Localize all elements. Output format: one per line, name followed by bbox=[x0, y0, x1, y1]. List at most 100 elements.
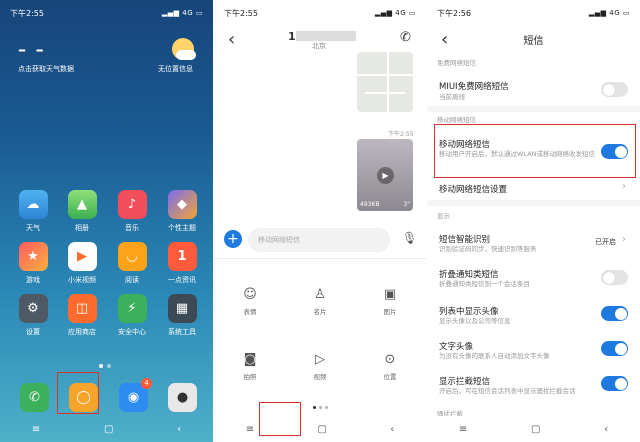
highlight-box-mobile-sms bbox=[434, 124, 636, 178]
reading-icon: ◡ bbox=[117, 242, 147, 271]
home-nav-button[interactable]: ▢ bbox=[317, 424, 326, 435]
attachment-page-indicator bbox=[313, 406, 328, 409]
home-screen: 下午2:55 ▂▄▆ 4G ▭ – – 点击获取天气数据 无位置信息 ☁ 天气 … bbox=[0, 0, 213, 442]
app-store[interactable]: ◫ 应用商店 bbox=[62, 294, 102, 337]
emoji-icon: ☺ bbox=[243, 287, 257, 302]
menu-nav-button[interactable]: ≡ bbox=[246, 424, 254, 435]
section-display: 显示 bbox=[437, 212, 450, 220]
status-bar: 下午2:56 ▂▄▆ 4G ▭ bbox=[427, 0, 640, 26]
back-nav-button[interactable]: ‹ bbox=[177, 424, 181, 435]
miui-free-sms-toggle[interactable] bbox=[601, 82, 628, 97]
status-network: ▂▄▆ 4G ▭ bbox=[588, 9, 630, 17]
section-gap bbox=[427, 200, 640, 206]
attach-camera[interactable]: ◙ 拍照 bbox=[225, 352, 275, 381]
call-icon[interactable]: ✆ bbox=[400, 30, 411, 45]
show-avatar-toggle[interactable] bbox=[601, 306, 628, 321]
status-time: 下午2:56 bbox=[437, 8, 471, 18]
home-nav-button[interactable]: ▢ bbox=[531, 424, 540, 435]
app-game[interactable]: ★ 游戏 bbox=[13, 242, 53, 285]
section-gap bbox=[427, 106, 640, 112]
video-icon: ▶ bbox=[67, 242, 97, 271]
menu-nav-button[interactable]: ≡ bbox=[32, 424, 40, 435]
video-icon: ▷ bbox=[315, 352, 325, 367]
microphone-icon[interactable]: 🎙 bbox=[402, 231, 417, 249]
nav-bar: ≡ ▢ ‹ bbox=[427, 416, 640, 442]
status-time: 下午2:55 bbox=[224, 8, 258, 18]
back-button[interactable]: ‹ bbox=[228, 29, 235, 50]
location-message[interactable] bbox=[357, 52, 413, 112]
back-nav-button[interactable]: ‹ bbox=[604, 424, 608, 435]
app-theme[interactable]: ◆ 个性主题 bbox=[162, 190, 202, 233]
gallery-icon: ▲ bbox=[67, 190, 97, 219]
section-mobile-sms: 移动网络短信 bbox=[437, 116, 476, 124]
app-security[interactable]: ⚡ 安全中心 bbox=[112, 294, 152, 337]
section-free-sms: 免费网络短信 bbox=[437, 59, 476, 67]
status-bar: 下午2:55 ▂▄▆ 4G ▭ bbox=[214, 0, 426, 26]
security-icon: ⚡ bbox=[117, 294, 147, 323]
play-icon[interactable]: ▶ bbox=[377, 167, 394, 184]
nav-bar: ≡ ▢ ‹ bbox=[0, 416, 213, 442]
system-tools-icon: ▦ bbox=[167, 294, 197, 323]
video-size: 493KB bbox=[360, 201, 380, 208]
music-icon: ♪ bbox=[117, 190, 147, 219]
page-title: 短信 bbox=[523, 36, 544, 47]
weather-tip[interactable]: 点击获取天气数据 bbox=[18, 64, 74, 74]
redacted-number bbox=[296, 31, 356, 41]
attach-contact-card[interactable]: ♙ 名片 bbox=[295, 287, 345, 316]
chat-screen: 下午2:55 ▂▄▆ 4G ▭ ‹ 1 北京 ✆ 下午2:55 ▶ 493KB … bbox=[214, 0, 426, 442]
weather-location[interactable]: 无位置信息 bbox=[158, 64, 193, 74]
sms-settings-screen: 下午2:56 ▂▄▆ 4G ▭ ‹ 短信 免费网络短信 MIUI免费网络短信 当… bbox=[427, 0, 640, 442]
status-network: ▂▄▆ 4G ▭ bbox=[374, 9, 416, 17]
game-icon: ★ bbox=[18, 242, 48, 271]
menu-nav-button[interactable]: ≡ bbox=[459, 424, 467, 435]
message-time: 下午2:55 bbox=[388, 131, 414, 138]
contact-card-icon: ♙ bbox=[314, 287, 326, 302]
message-input[interactable] bbox=[248, 228, 390, 252]
theme-icon: ◆ bbox=[167, 190, 197, 219]
status-bar: 下午2:55 ▂▄▆ 4G ▭ bbox=[0, 0, 213, 26]
app-weather[interactable]: ☁ 天气 bbox=[13, 190, 53, 233]
notification-badge: 4 bbox=[141, 378, 152, 389]
home-nav-button[interactable]: ▢ bbox=[104, 424, 113, 435]
settings-icon: ⚙ bbox=[18, 294, 48, 323]
video-message[interactable]: ▶ 493KB 3" bbox=[357, 139, 413, 211]
chevron-right-icon: › bbox=[622, 234, 626, 245]
highlight-box-messaging bbox=[57, 372, 99, 414]
camera-icon: ◙ bbox=[243, 352, 257, 367]
app-gallery[interactable]: ▲ 相册 bbox=[62, 190, 102, 233]
attach-video[interactable]: ▷ 视频 bbox=[295, 352, 345, 381]
nav-bar: ≡ ▢ ‹ bbox=[214, 416, 426, 442]
divider bbox=[214, 258, 426, 259]
camera-icon[interactable]: ● bbox=[168, 383, 197, 412]
app-mi-video[interactable]: ▶ 小米视频 bbox=[62, 242, 102, 285]
video-duration: 3" bbox=[403, 201, 410, 208]
text-avatar-toggle[interactable] bbox=[601, 341, 628, 356]
phone-icon[interactable]: ✆ bbox=[20, 383, 49, 412]
attach-emoji[interactable]: ☺ 表情 bbox=[225, 287, 275, 316]
add-attachment-button[interactable]: + bbox=[224, 230, 242, 248]
news-icon: 1 bbox=[167, 242, 197, 271]
app-settings[interactable]: ⚙ 设置 bbox=[13, 294, 53, 337]
weather-cloud-icon bbox=[176, 50, 196, 60]
compose-bar: + 🎙 bbox=[224, 228, 418, 252]
page-indicator bbox=[99, 364, 111, 368]
status-network: ▂▄▆ 4G ▭ bbox=[161, 9, 203, 17]
app-system-tools[interactable]: ▦ 系统工具 bbox=[162, 294, 202, 337]
app-music[interactable]: ♪ 音乐 bbox=[112, 190, 152, 233]
image-icon: ▣ bbox=[383, 287, 397, 302]
app-yidian-news[interactable]: 1 一点资讯 bbox=[162, 242, 202, 285]
back-nav-button[interactable]: ‹ bbox=[390, 424, 394, 435]
app-store-icon: ◫ bbox=[67, 294, 97, 323]
attach-image[interactable]: ▣ 图片 bbox=[365, 287, 415, 316]
app-reading[interactable]: ◡ 阅读 bbox=[112, 242, 152, 285]
status-time: 下午2:55 bbox=[10, 8, 44, 18]
show-blocked-sms-toggle[interactable] bbox=[601, 376, 628, 391]
smart-recognition-value: 已开启 bbox=[595, 238, 616, 246]
weather-temperature[interactable]: – – bbox=[18, 40, 46, 59]
fold-notification-toggle[interactable] bbox=[601, 270, 628, 285]
contact-location: 北京 bbox=[312, 42, 326, 50]
weather-icon: ☁ bbox=[18, 190, 48, 219]
attach-location[interactable]: ⊙ 位置 bbox=[365, 352, 415, 381]
chevron-right-icon: › bbox=[622, 181, 626, 192]
location-icon: ⊙ bbox=[384, 352, 396, 367]
